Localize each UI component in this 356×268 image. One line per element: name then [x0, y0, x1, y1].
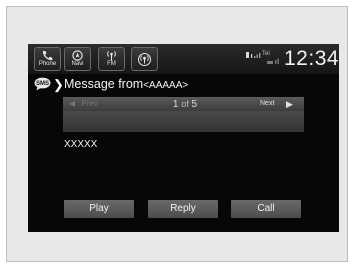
- signal-status-cluster: Tel: [245, 50, 283, 68]
- current-page: 1: [172, 99, 179, 110]
- signal-bar-icon: [259, 53, 261, 58]
- total-pages: 5: [191, 99, 198, 110]
- signal-bar-icon: [277, 58, 279, 64]
- bluetooth-icon: [251, 54, 253, 58]
- page-title: Message from<AAAAA>: [64, 77, 188, 93]
- chevron-right-icon: ❯: [53, 77, 64, 92]
- roaming-icon: [267, 61, 273, 64]
- clock: 12:34: [284, 47, 339, 70]
- signal-bar-icon: [275, 60, 277, 64]
- page-of-text: of: [181, 99, 189, 109]
- svg-text:SMS: SMS: [36, 81, 49, 87]
- phone-button[interactable]: Phone: [34, 47, 61, 71]
- status-bar: Phone Navi FM Tel 12:34: [28, 44, 339, 74]
- title-label: Message from: [64, 77, 144, 91]
- message-body: XXXXX: [64, 139, 98, 150]
- next-button[interactable]: Next ▶: [260, 98, 302, 110]
- phone-button-label: Phone: [38, 61, 57, 67]
- call-button[interactable]: Call: [231, 200, 301, 218]
- infotainment-screen: Phone Navi FM Tel 12:34 SMS ❯ Message fr…: [28, 44, 339, 232]
- fm-radio-icon: [107, 51, 116, 61]
- next-button-label: Next: [260, 100, 275, 107]
- fm-button-label: FM: [107, 61, 116, 67]
- page: Phone Navi FM Tel 12:34 SMS ❯ Message fr…: [0, 0, 356, 268]
- phone-battery-icon: [246, 52, 249, 58]
- sender-name: <AAAAA>: [143, 80, 189, 91]
- page-indicator: 1 of 5: [163, 98, 207, 111]
- play-button[interactable]: Play: [64, 200, 134, 218]
- phone-icon: [42, 51, 53, 61]
- navi-button-label: Navi: [71, 61, 84, 67]
- navi-button[interactable]: Navi: [64, 47, 91, 71]
- message-header-area: [63, 111, 304, 132]
- title-bar: SMS ❯ Message from<AAAAA>: [28, 74, 339, 96]
- sms-icon: SMS: [34, 77, 51, 91]
- prev-button[interactable]: ◀ Prev: [69, 99, 98, 109]
- audio-icon: [138, 53, 151, 66]
- prev-arrow-icon: ◀: [69, 99, 76, 108]
- navi-icon: [72, 50, 83, 61]
- audio-button[interactable]: [131, 47, 158, 71]
- signal-text: Tel: [262, 51, 270, 57]
- signal-bar-icon: [256, 54, 258, 58]
- pager-bar: ◀ Prev 1 of 5 Next ▶: [63, 97, 304, 111]
- fm-button[interactable]: FM: [98, 47, 125, 71]
- prev-button-label: Prev: [81, 99, 98, 108]
- next-arrow-icon: ▶: [286, 99, 293, 109]
- reply-button[interactable]: Reply: [148, 200, 218, 218]
- signal-bar-icon: [254, 56, 256, 58]
